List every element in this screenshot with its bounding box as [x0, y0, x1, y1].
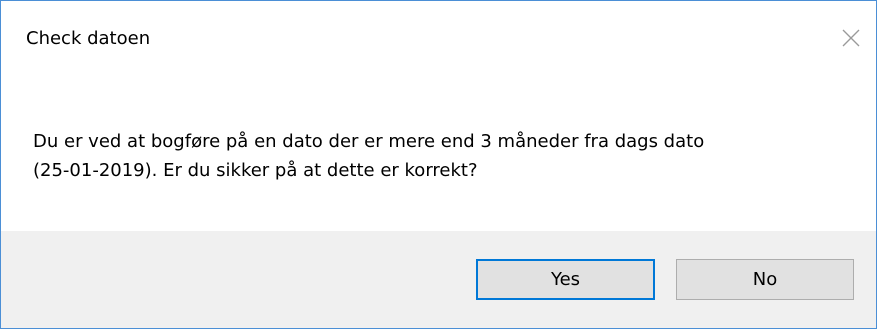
close-button[interactable] [838, 25, 864, 51]
dialog-title: Check datoen [26, 28, 151, 49]
dialog-footer: Yes No [1, 231, 876, 328]
dialog-content: Du er ved at bogføre på en dato der er m… [1, 65, 876, 231]
confirm-dialog: Check datoen Du er ved at bogføre på en … [0, 0, 877, 329]
yes-button[interactable]: Yes [476, 259, 655, 300]
message-line-2: (25-01-2019). Er du sikker på at dette e… [33, 160, 478, 181]
dialog-message: Du er ved at bogføre på en dato der er m… [33, 127, 833, 185]
dialog-titlebar: Check datoen [1, 1, 876, 65]
no-button[interactable]: No [676, 259, 854, 300]
close-icon [842, 29, 860, 47]
message-line-1: Du er ved at bogføre på en dato der er m… [33, 131, 705, 152]
